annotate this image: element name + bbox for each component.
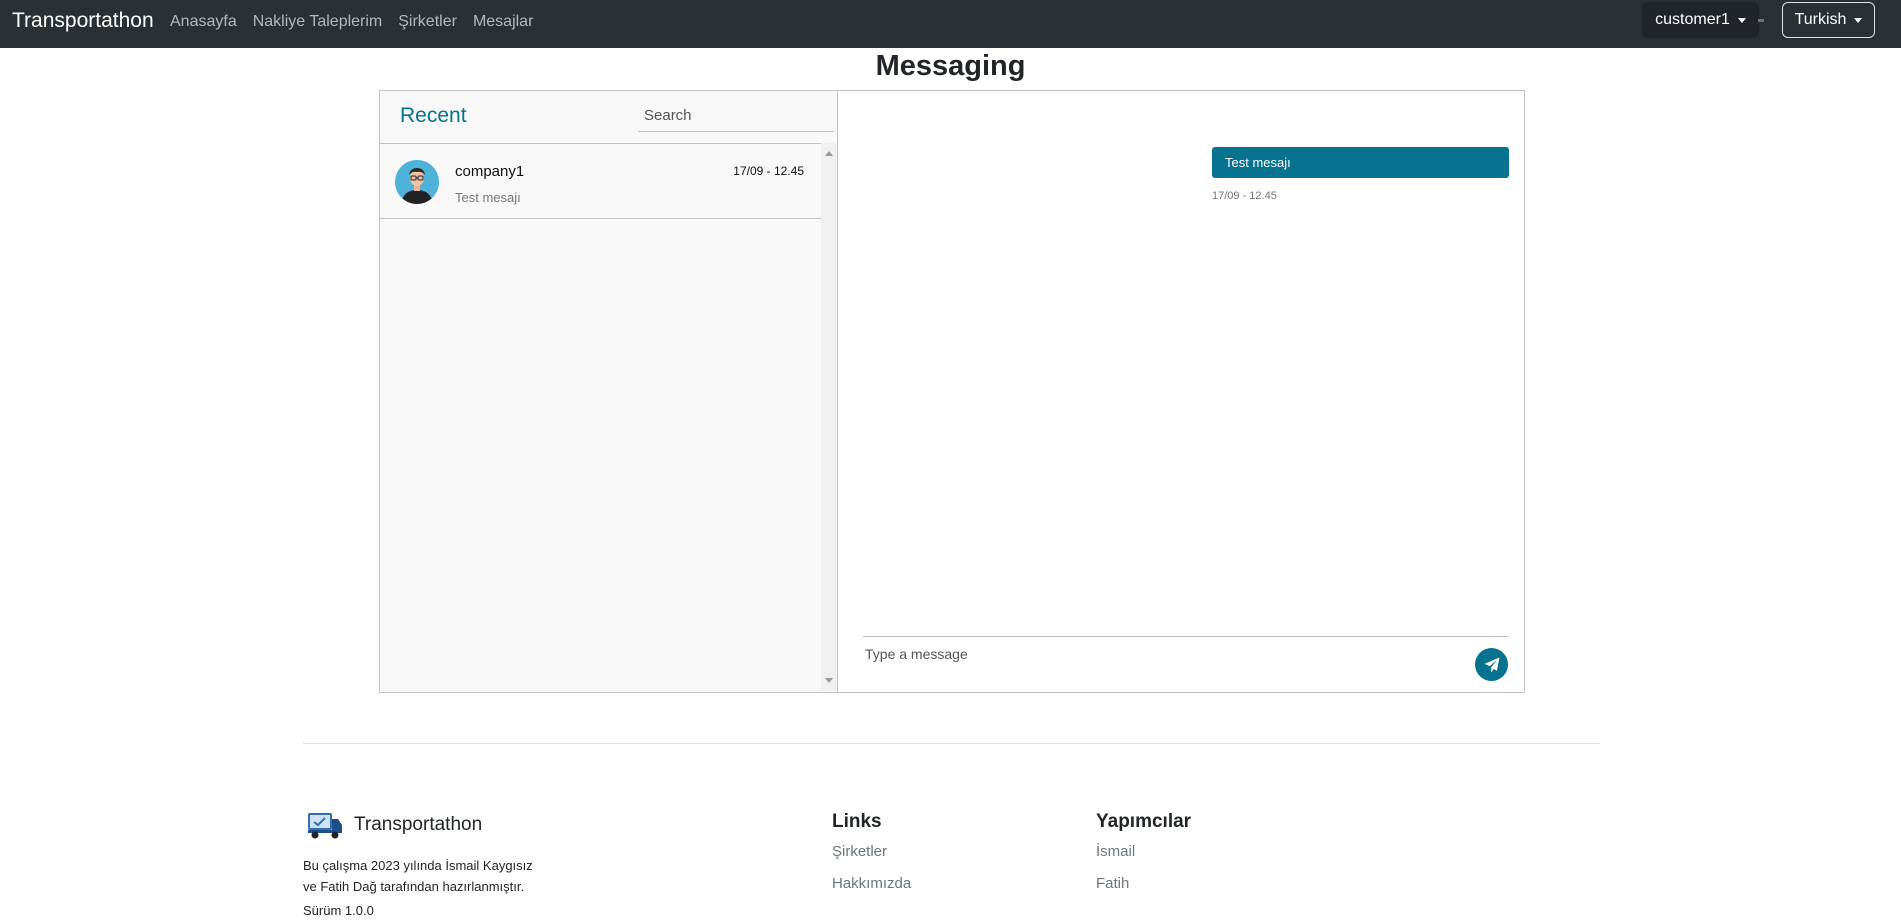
chat-list: company1 17/09 - 12.45 Test mesajı: [380, 143, 821, 691]
truck-logo-icon: [308, 813, 342, 839]
user-menu-label: customer1: [1655, 11, 1730, 28]
footer-maker-fatih[interactable]: Fatih: [1096, 874, 1129, 894]
sent-message-time: 17/09 - 12.45: [1212, 190, 1277, 202]
chat-list-item[interactable]: company1 17/09 - 12.45 Test mesajı: [380, 144, 821, 219]
language-label: Turkish: [1794, 11, 1847, 28]
user-avatar-icon: [395, 160, 439, 204]
footer-link-hakkimizda[interactable]: Hakkımızda: [832, 874, 911, 894]
avatar: [395, 160, 439, 204]
conversation-panel: Test mesajı 17/09 - 12.45: [838, 91, 1524, 692]
footer-makers-title: Yapımcılar: [1096, 811, 1192, 832]
sent-message: Test mesajı: [1212, 147, 1509, 178]
inbox-panel: Recent c: [380, 91, 838, 692]
search-input[interactable]: [638, 101, 834, 130]
footer-link-sirketler[interactable]: Şirketler: [832, 842, 887, 862]
footer-brand: Transportathon: [354, 814, 483, 835]
chat-date: 17/09 - 12.45: [733, 164, 804, 178]
separator: [1758, 19, 1764, 22]
scroll-up-arrow-icon[interactable]: [825, 151, 833, 156]
caret-down-icon: [1854, 17, 1863, 23]
nav-link-anasayfa[interactable]: Anasayfa: [170, 12, 237, 32]
footer-description: Bu çalışma 2023 yılında İsmail Kaygısız …: [303, 855, 603, 897]
footer-description-line: ve Fatih Dağ tarafından hazırlanmıştır.: [303, 879, 525, 894]
nav-link-sirketler[interactable]: Şirketler: [398, 12, 457, 32]
footer-brand-row: Transportathon: [306, 810, 482, 840]
recent-heading: Recent: [400, 104, 467, 127]
page-title: Messaging: [875, 50, 1026, 82]
message-compose: [863, 636, 1509, 687]
navbar: Transportathon Anasayfa Nakliye Talepler…: [0, 0, 1901, 48]
search-bar: [638, 101, 834, 132]
footer-description-line: Bu çalışma 2023 yılında İsmail Kaygısız: [303, 858, 533, 873]
footer-maker-ismail[interactable]: İsmail: [1096, 842, 1135, 862]
language-dropdown[interactable]: Turkish: [1782, 2, 1875, 38]
messaging-panel: Recent c: [379, 90, 1525, 693]
inbox-header: Recent: [380, 91, 837, 143]
chat-name: company1: [455, 163, 525, 180]
nav-link-mesajlar[interactable]: Mesajlar: [473, 12, 533, 32]
chat-preview: Test mesajı: [455, 190, 521, 205]
navbar-brand[interactable]: Transportathon: [12, 9, 154, 33]
chat-list-scrollbar[interactable]: [821, 143, 837, 691]
footer-links-title: Links: [832, 811, 882, 832]
nav-link-nakliye-taleplerim[interactable]: Nakliye Taleplerim: [253, 12, 383, 32]
user-menu-dropdown[interactable]: customer1: [1642, 2, 1759, 38]
scroll-down-arrow-icon[interactable]: [825, 678, 833, 683]
footer-divider: [303, 743, 1600, 744]
nav-links: Anasayfa Nakliye Taleplerim Şirketler Me…: [170, 12, 533, 32]
message-input[interactable]: [863, 641, 1457, 667]
caret-down-icon: [1737, 17, 1746, 23]
send-button[interactable]: [1475, 648, 1508, 681]
paper-plane-icon: [1484, 657, 1499, 672]
